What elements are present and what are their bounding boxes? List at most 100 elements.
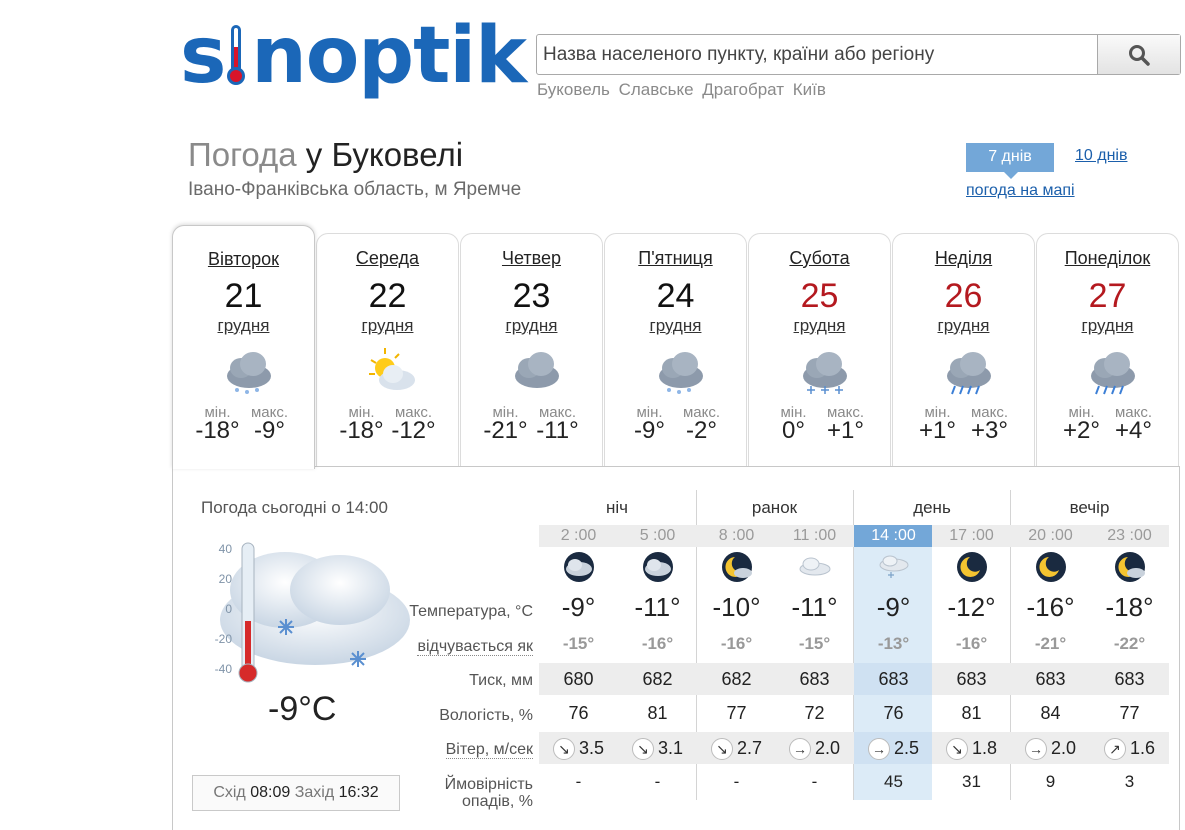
quick-link[interactable]: Київ — [793, 80, 826, 99]
cloudy-icon — [507, 346, 561, 396]
hour-precipitation: - — [575, 772, 582, 791]
hour-label: 14 :00 — [854, 525, 933, 547]
hour-wind: → 2.0 — [1011, 732, 1090, 764]
day-tab[interactable]: Субота 25 грудня мін. макс. 0° +1° — [748, 233, 891, 466]
wind-speed: 1.8 — [971, 738, 998, 758]
day-tab[interactable]: П'ятниця 24 грудня мін. макс. -9° -2° — [604, 233, 747, 466]
hour-feels-like: -15° — [562, 634, 595, 653]
thermometer-snow-cloud-icon: 40 20 0 -20 -40 — [215, 542, 410, 683]
tab-7-days[interactable]: 7 днів — [966, 143, 1054, 179]
tab-10-days[interactable]: 10 днів — [1075, 147, 1127, 165]
day-month: грудня — [505, 316, 558, 335]
period-label: день — [913, 498, 951, 517]
search-button[interactable] — [1097, 35, 1180, 74]
hour-temperature: -18° — [1105, 592, 1154, 622]
page-subtitle: Івано-Франківська область, м Яремче — [188, 179, 522, 200]
row-label-precipitation: Ймовірність опадів, % — [444, 776, 533, 810]
hour-feels-like: -13° — [877, 634, 910, 653]
day-tab[interactable]: Четвер 23 грудня мін. макс. -21° -11° — [460, 233, 603, 466]
hour-wind: ↗ 1.6 — [1090, 732, 1169, 764]
hour-precipitation: 45 — [884, 772, 903, 791]
hour-precipitation: - — [654, 772, 661, 791]
hour-humidity: 84 — [1040, 703, 1061, 723]
row-label-temp: Температура, °С — [409, 603, 533, 620]
hour-pressure: 683 — [932, 663, 1011, 695]
max-temp: -2° — [686, 417, 717, 444]
partly-cloudy-icon — [363, 346, 417, 396]
hour-label: 11 :00 — [775, 525, 854, 547]
hour-humidity: 77 — [1119, 703, 1140, 723]
min-temp: -21° — [483, 417, 528, 444]
max-temp: -12° — [391, 417, 436, 444]
hour-pressure: 682 — [618, 663, 697, 695]
hour-label: 20 :00 — [1011, 525, 1090, 547]
day-tab[interactable]: Понеділок 27 грудня мін. макс. +2° +4° — [1036, 233, 1179, 466]
hour-precipitation: - — [733, 772, 740, 791]
day-tab[interactable]: Неділя 26 грудня мін. макс. +1° +3° — [892, 233, 1035, 466]
search-input[interactable] — [537, 35, 1097, 74]
wind-speed: 2.5 — [893, 738, 920, 758]
current-temperature: -9°C — [268, 690, 337, 728]
wind-speed: 2.7 — [736, 738, 763, 758]
moon-icon — [932, 551, 1011, 587]
hour-precipitation: 3 — [1124, 772, 1135, 791]
hour-pressure: 683 — [1090, 663, 1169, 695]
heavy-snow-icon — [795, 346, 849, 396]
period-label: ранок — [751, 498, 798, 517]
cloud-snow-icon — [854, 551, 933, 587]
wind-speed: 1.6 — [1129, 738, 1156, 758]
quick-link[interactable]: Славське — [619, 80, 694, 99]
day-month: грудня — [937, 316, 990, 335]
scale-label: -40 — [215, 662, 233, 676]
day-month: грудня — [361, 316, 414, 335]
hour-label: 8 :00 — [697, 525, 776, 547]
hour-feels-like: -21° — [1034, 634, 1067, 653]
day-number: 26 — [944, 277, 983, 315]
hour-humidity: 76 — [568, 703, 589, 723]
search-icon — [1129, 44, 1150, 66]
moon-cloud-icon — [1090, 551, 1169, 587]
max-temp: +4° — [1115, 417, 1152, 444]
day-month: грудня — [217, 316, 270, 335]
hour-precipitation: - — [811, 772, 818, 791]
day-month: грудня — [1081, 316, 1134, 335]
hour-temperature: -9° — [561, 592, 596, 622]
day-tab[interactable]: Середа 22 грудня мін. макс. -18° -12° — [316, 233, 459, 466]
today-title: Погода сьогодні о 14:00 — [201, 498, 388, 517]
hour-humidity: 77 — [726, 703, 747, 723]
hour-feels-like: -15° — [798, 634, 831, 653]
night-cloudy-icon — [539, 551, 618, 587]
page-title: Погода у Буковелі — [188, 136, 464, 173]
quick-link[interactable]: Буковель — [537, 80, 610, 99]
min-temp: 0° — [782, 417, 805, 444]
hour-feels-like: -16° — [955, 634, 988, 653]
scale-label: -20 — [215, 632, 233, 646]
day-number: 25 — [800, 277, 839, 315]
min-temp: +2° — [1063, 417, 1100, 444]
day-month: грудня — [793, 316, 846, 335]
weather-map-link[interactable]: погода на мапі — [966, 182, 1075, 200]
day-name: Субота — [789, 248, 850, 268]
wind-speed: 3.5 — [578, 738, 605, 758]
night-cloudy-icon — [618, 551, 697, 587]
rain-icon — [939, 346, 993, 396]
wind-arrow-southeast-icon: ↘ — [552, 738, 575, 761]
hour-wind: ↘ 1.8 — [932, 732, 1011, 764]
hour-temperature: -11° — [791, 592, 838, 622]
wind-speed: 3.1 — [657, 738, 684, 758]
hour-precipitation: 31 — [962, 772, 981, 791]
max-temp: -9° — [254, 417, 285, 444]
cloudy-snow-icon — [651, 346, 705, 396]
hour-wind: ↘ 3.5 — [539, 732, 618, 764]
day-number: 22 — [368, 277, 407, 315]
search-box — [536, 34, 1181, 75]
quick-link[interactable]: Драгобрат — [702, 80, 784, 99]
period-label: вечір — [1069, 498, 1110, 517]
rain-icon — [1083, 346, 1137, 396]
hour-temperature: -16° — [1026, 592, 1075, 622]
hour-humidity: 81 — [961, 703, 982, 723]
day-tab[interactable]: Вівторок 21 грудня мін. макс. -18° -9° — [172, 225, 315, 469]
sinoptik-logo[interactable]: sinoptik — [180, 10, 527, 102]
max-temp: +3° — [971, 417, 1008, 444]
day-name: Четвер — [501, 248, 562, 268]
